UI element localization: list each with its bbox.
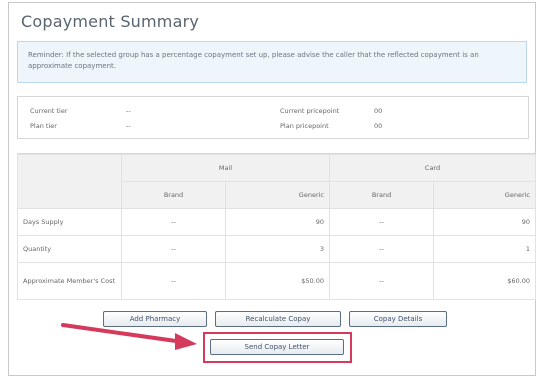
table-cell: -- bbox=[121, 235, 226, 263]
table-cell: $60.00 bbox=[433, 262, 537, 300]
current-pricepoint-label: Current pricepoint bbox=[280, 107, 340, 115]
copay-details-button[interactable]: Copay Details bbox=[349, 311, 447, 327]
table-cell: $50.00 bbox=[224, 262, 331, 300]
table-cell: 90 bbox=[433, 208, 537, 236]
copay-table-container: Mail Card Brand Generic Brand Generic Da… bbox=[17, 153, 537, 300]
plan-tier-label: Plan tier bbox=[30, 122, 57, 130]
group-header-card: Card bbox=[329, 154, 537, 182]
table-row: Approximate Member's Cost -- $50.00 -- $… bbox=[17, 262, 537, 300]
group-header-mail: Mail bbox=[120, 154, 331, 182]
plan-pricepoint-label: Plan pricepoint bbox=[280, 122, 329, 130]
row-label: Days Supply bbox=[17, 208, 122, 236]
plan-pricepoint-value: 00 bbox=[374, 122, 383, 130]
table-cell: -- bbox=[329, 235, 435, 263]
current-tier-value: -- bbox=[126, 107, 131, 115]
table-cell: 90 bbox=[224, 208, 331, 236]
send-copay-letter-button[interactable]: Send Copay Letter bbox=[210, 339, 344, 355]
current-pricepoint-value: 00 bbox=[374, 107, 383, 115]
page-title: Copayment Summary bbox=[21, 12, 200, 31]
table-row: Quantity -- 3 -- 1 bbox=[17, 235, 537, 263]
copayment-summary-panel: Copayment Summary Reminder: If the selec… bbox=[8, 2, 537, 376]
table-cell: 3 bbox=[224, 235, 331, 263]
reminder-text: Reminder: If the selected group has a pe… bbox=[28, 51, 479, 70]
table-corner bbox=[17, 154, 122, 209]
table-row: Days Supply -- 90 -- 90 bbox=[17, 208, 537, 236]
subheader-mail-brand: Brand bbox=[121, 181, 226, 209]
reminder-notice: Reminder: If the selected group has a pe… bbox=[17, 41, 527, 83]
row-label: Approximate Member's Cost bbox=[17, 262, 122, 300]
recalculate-copay-button[interactable]: Recalculate Copay bbox=[215, 311, 341, 327]
table-cell: -- bbox=[121, 208, 226, 236]
tier-info-box: Current tier -- Plan tier -- Current pri… bbox=[17, 96, 529, 139]
table-cell: 1 bbox=[433, 235, 537, 263]
table-cell: -- bbox=[329, 262, 435, 300]
arrow-icon bbox=[61, 323, 197, 350]
current-tier-label: Current tier bbox=[30, 107, 68, 115]
subheader-card-brand: Brand bbox=[329, 181, 435, 209]
plan-tier-value: -- bbox=[126, 122, 131, 130]
subheader-card-generic: Generic bbox=[433, 181, 537, 209]
subheader-mail-generic: Generic bbox=[224, 181, 331, 209]
copay-table: Mail Card Brand Generic Brand Generic Da… bbox=[17, 154, 537, 300]
row-label: Quantity bbox=[17, 235, 122, 263]
table-cell: -- bbox=[329, 208, 435, 236]
table-cell: -- bbox=[121, 262, 226, 300]
